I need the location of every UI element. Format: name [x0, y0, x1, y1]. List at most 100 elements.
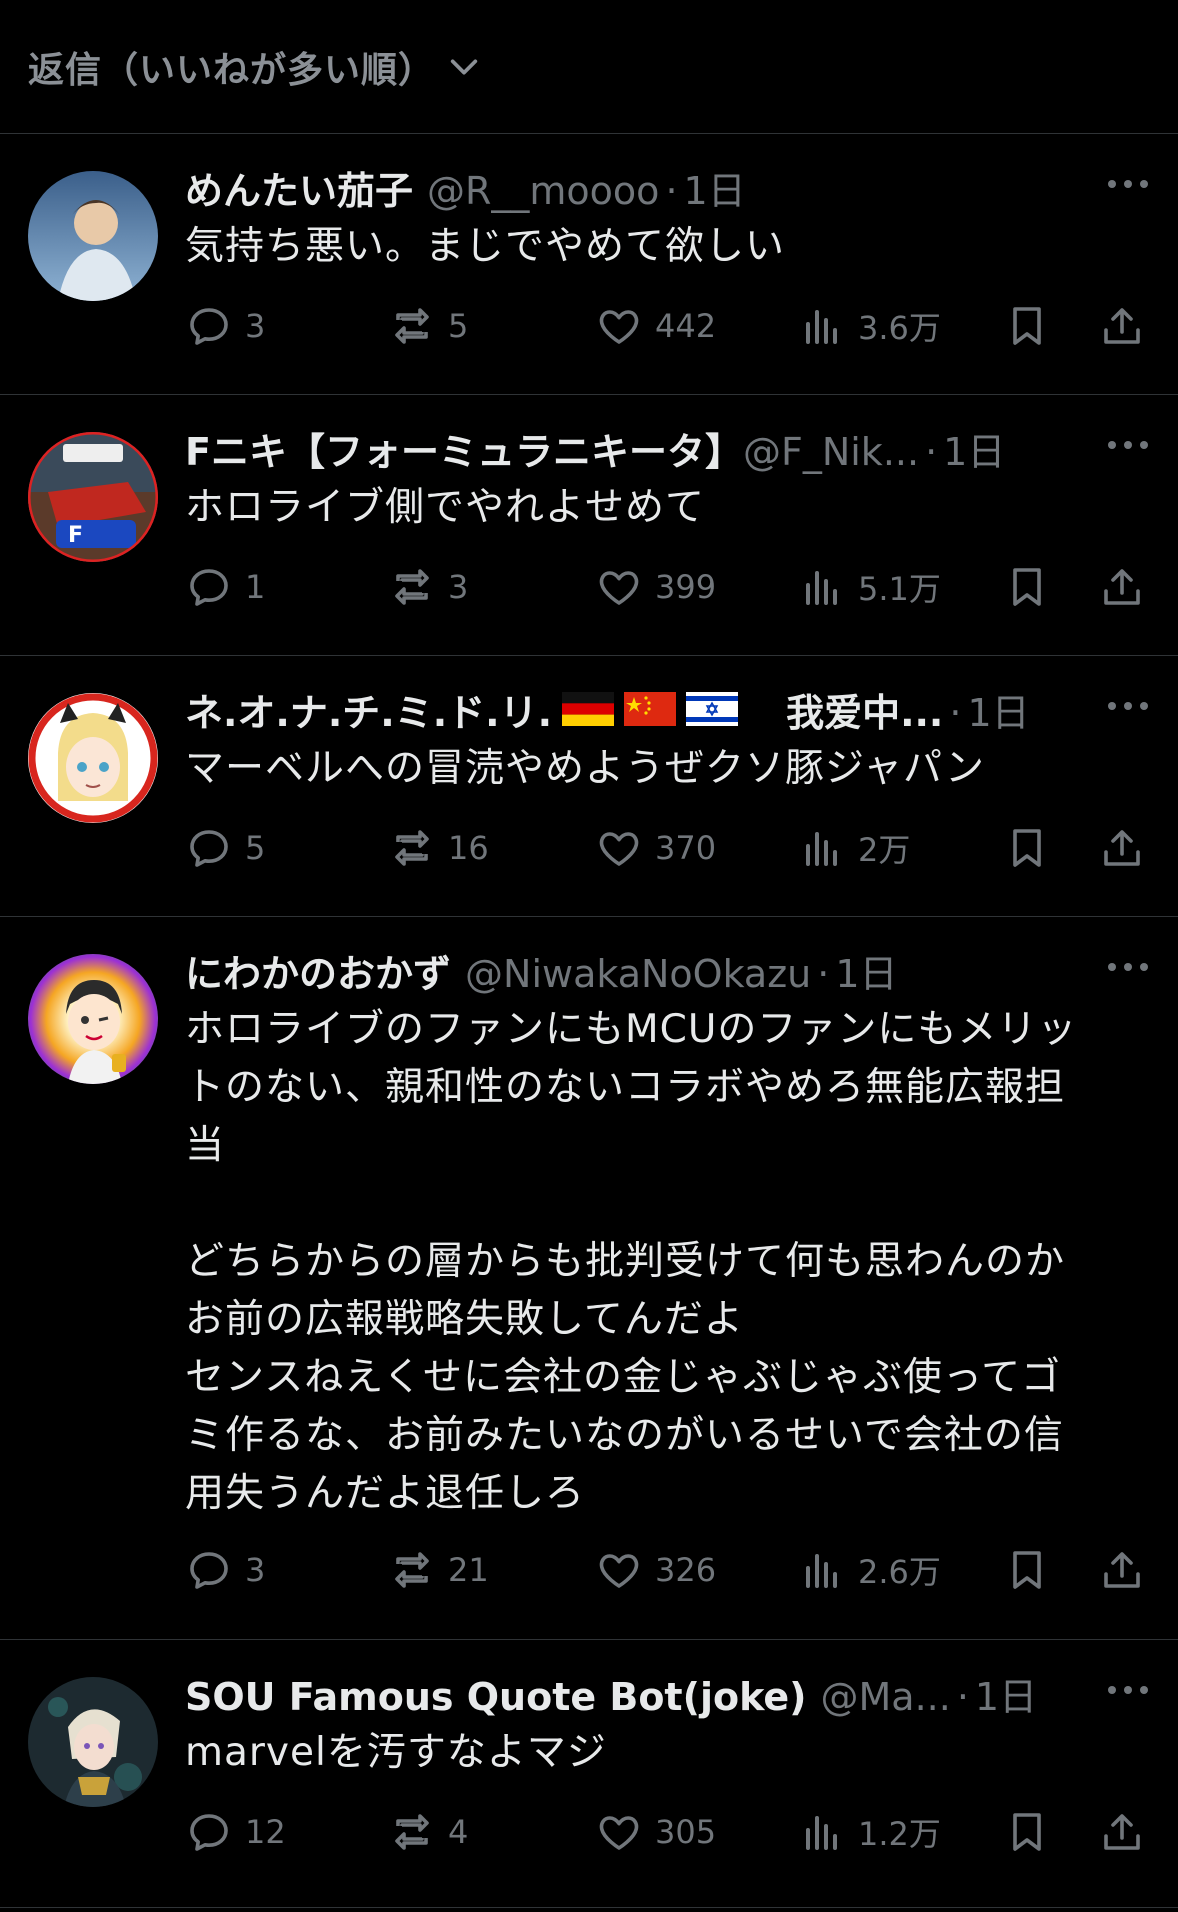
repost-icon: [395, 308, 429, 344]
separator-dot: ·: [817, 952, 830, 996]
timestamp[interactable]: 1日: [835, 943, 897, 998]
reply-item[interactable]: めんたい茄子 @R__moooo · 1日 気持ち悪い。まじでやめて欲しい 3 …: [0, 134, 1178, 395]
heart-icon: [599, 1816, 639, 1850]
bookmark-button[interactable]: [1003, 559, 1051, 615]
more-options-icon[interactable]: [1106, 696, 1150, 716]
view-count: 1.2万: [858, 1815, 941, 1853]
like-count: 442: [655, 307, 717, 345]
comment-icon: [190, 308, 228, 345]
like-count: 326: [655, 1551, 717, 1589]
views-button[interactable]: 3.6万: [798, 298, 941, 354]
repost-button[interactable]: 4: [388, 1804, 468, 1860]
user-handle[interactable]: @NiwakaNoOkazu: [465, 952, 811, 996]
more-options-icon[interactable]: [1106, 174, 1150, 194]
display-name[interactable]: にわかのおかず: [185, 943, 451, 998]
reply-count: 3: [245, 1551, 266, 1589]
more-options-icon[interactable]: [1106, 1680, 1150, 1700]
avatar[interactable]: [28, 954, 158, 1084]
share-button[interactable]: [1098, 820, 1146, 876]
reply-item[interactable]: SOU Famous Quote Bot(joke) @Ma... · 1日 m…: [0, 1640, 1178, 1908]
analytics-icon: [806, 1816, 837, 1850]
repost-button[interactable]: 3: [388, 559, 468, 615]
timestamp[interactable]: 1日: [684, 160, 746, 215]
reply-count: 3: [245, 307, 266, 345]
view-count: 2万: [858, 831, 911, 869]
share-button[interactable]: [1098, 1542, 1146, 1598]
bookmark-button[interactable]: [1003, 1804, 1051, 1860]
reply-item[interactable]: ネ.オ.ナ.チ.ミ.ド.リ. 我爱中... · 1日 マーベルへの冒涜やめようぜ…: [0, 656, 1178, 917]
repost-button[interactable]: 21: [388, 1542, 489, 1598]
like-button[interactable]: 370: [595, 820, 716, 876]
bookmark-button[interactable]: [1003, 1542, 1051, 1598]
like-count: 305: [655, 1813, 717, 1851]
display-name[interactable]: めんたい茄子: [185, 160, 413, 215]
reply-button[interactable]: 12: [185, 1804, 286, 1860]
bookmark-button[interactable]: [1003, 820, 1051, 876]
repost-count: 5: [448, 307, 469, 345]
heart-icon: [599, 832, 639, 866]
display-name[interactable]: ネ.オ.ナ.チ.ミ.ド.リ.: [185, 682, 552, 737]
reply-text: ホロライブのファンにもMCUのファンにもメリッ トのない、親和性のないコラボやめ…: [185, 1007, 1078, 1516]
views-button[interactable]: 2万: [798, 820, 910, 876]
reply-button[interactable]: 3: [185, 298, 265, 354]
analytics-icon: [806, 310, 837, 344]
views-button[interactable]: 1.2万: [798, 1804, 941, 1860]
separator-dot: ·: [956, 1675, 969, 1719]
bookmark-icon: [1013, 568, 1041, 606]
replies-sort-header[interactable]: 返信（いいねが多い順）: [0, 0, 1178, 134]
repost-icon: [395, 830, 429, 866]
share-button[interactable]: [1098, 298, 1146, 354]
comment-icon: [190, 830, 228, 867]
display-name[interactable]: SOU Famous Quote Bot(joke): [185, 1675, 807, 1719]
user-handle[interactable]: @Ma...: [821, 1675, 951, 1719]
avatar[interactable]: F: [28, 432, 158, 562]
reply-count: 1: [245, 568, 266, 606]
share-icon: [1104, 1552, 1140, 1588]
bookmark-icon: [1013, 1813, 1041, 1851]
like-button[interactable]: 326: [595, 1542, 716, 1598]
reply-text: ホロライブ側でやれよせめて: [185, 485, 706, 530]
chevron-down-icon: [450, 58, 478, 75]
reply-button[interactable]: 5: [185, 820, 265, 876]
repost-count: 16: [448, 829, 489, 867]
display-name[interactable]: Fニキ【フォーミュラニキータ】: [185, 421, 743, 476]
user-handle[interactable]: @F_Nik...: [743, 430, 919, 474]
avatar[interactable]: [28, 1677, 158, 1807]
reply-item[interactable]: F Fニキ【フォーミュラニキータ】 @F_Nik... · 1日 ホロライブ側で…: [0, 395, 1178, 656]
analytics-icon: [806, 832, 837, 866]
reply-text: マーベルへの冒涜やめようぜクソ豚ジャパン: [185, 746, 986, 791]
repost-button[interactable]: 5: [388, 298, 468, 354]
bookmark-button[interactable]: [1003, 298, 1051, 354]
display-name-suffix[interactable]: 我爱中...: [786, 682, 943, 737]
more-options-icon[interactable]: [1106, 435, 1150, 455]
reply-button[interactable]: 3: [185, 1542, 265, 1598]
avatar[interactable]: [28, 693, 158, 823]
timestamp[interactable]: 1日: [975, 1666, 1037, 1721]
reply-button[interactable]: 1: [185, 559, 265, 615]
avatar[interactable]: [28, 171, 158, 301]
repost-button[interactable]: 16: [388, 820, 489, 876]
share-button[interactable]: [1098, 559, 1146, 615]
israel-flag-icon: [686, 691, 739, 726]
share-button[interactable]: [1098, 1804, 1146, 1860]
share-icon: [1104, 308, 1140, 344]
views-button[interactable]: 2.6万: [798, 1542, 941, 1598]
timestamp[interactable]: 1日: [967, 682, 1029, 737]
timestamp[interactable]: 1日: [943, 421, 1005, 476]
like-button[interactable]: 305: [595, 1804, 716, 1860]
separator-dot: ·: [949, 691, 962, 735]
like-button[interactable]: 399: [595, 559, 716, 615]
like-button[interactable]: 442: [595, 298, 716, 354]
views-button[interactable]: 5.1万: [798, 559, 941, 615]
reply-item[interactable]: にわかのおかず @NiwakaNoOkazu · 1日 ホロライブのファンにもM…: [0, 917, 1178, 1640]
heart-icon: [599, 571, 639, 605]
reply-text: marvelを汚すなよマジ: [185, 1730, 607, 1775]
repost-icon: [395, 1814, 429, 1850]
sort-label: 返信（いいねが多い順）: [28, 49, 436, 91]
like-count: 370: [655, 829, 717, 867]
more-options-icon[interactable]: [1106, 957, 1150, 977]
view-count: 2.6万: [858, 1553, 941, 1591]
repost-count: 3: [448, 568, 469, 606]
repost-count: 4: [448, 1813, 469, 1851]
user-handle[interactable]: @R__moooo: [427, 169, 659, 213]
